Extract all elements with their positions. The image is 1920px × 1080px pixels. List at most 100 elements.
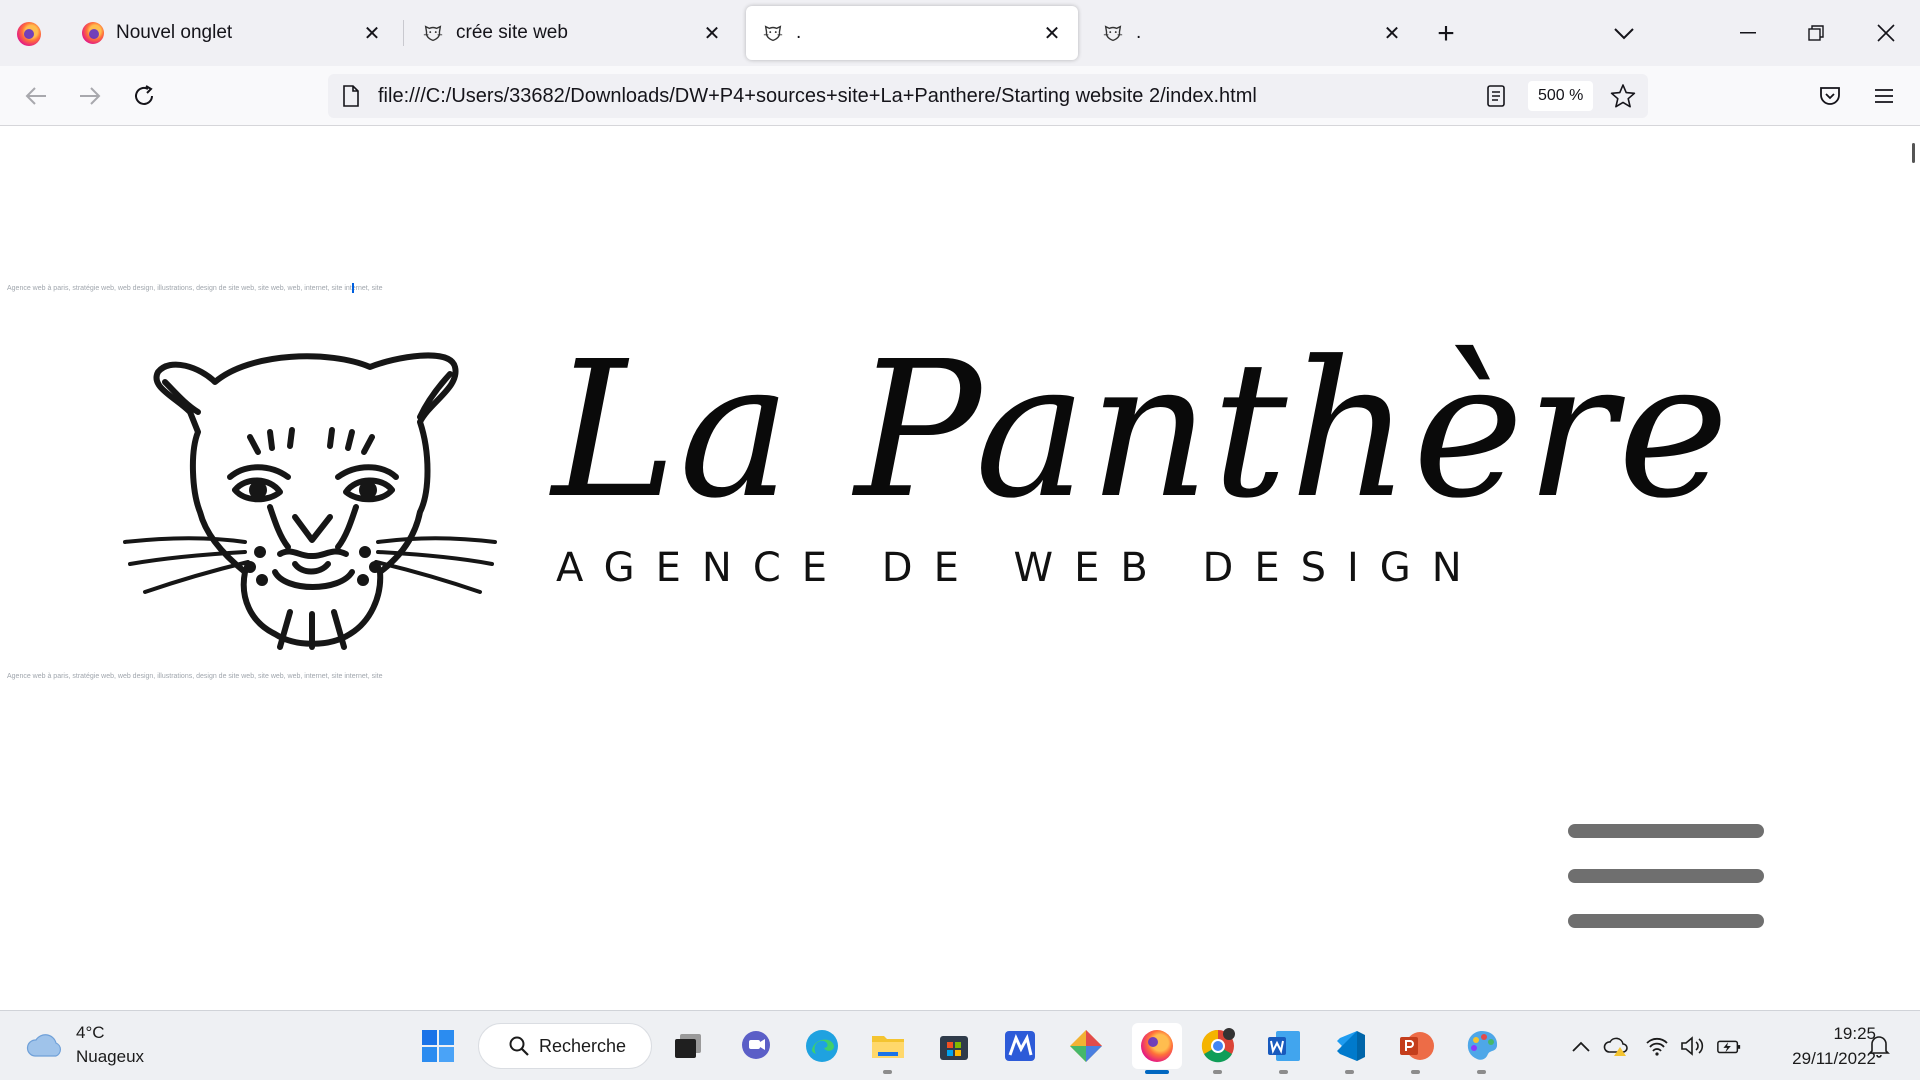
firefox-icon <box>17 22 41 46</box>
panther-favicon-icon <box>423 25 443 42</box>
arrow-left-icon <box>25 87 46 105</box>
hamburger-menu-icon <box>1875 89 1893 103</box>
hamburger-bar <box>1568 824 1764 838</box>
taskbar-search[interactable]: Recherche <box>478 1023 652 1069</box>
reload-icon <box>135 85 153 105</box>
tab-page[interactable]: . ✕ <box>1086 6 1418 60</box>
minimize-button[interactable] <box>1714 0 1782 66</box>
navigation-toolbar: file:///C:/Users/33682/Downloads/DW+P4+s… <box>0 66 1920 126</box>
running-indicator <box>1477 1070 1486 1074</box>
wifi-button[interactable] <box>1644 1033 1670 1059</box>
weather-widget[interactable]: 4°C Nuageux <box>26 1021 144 1069</box>
chrome-icon <box>1201 1028 1235 1063</box>
app-m-icon <box>1005 1031 1035 1061</box>
task-view-icon <box>675 1034 701 1058</box>
hamburger-bar <box>1568 869 1764 883</box>
close-window-button[interactable] <box>1852 0 1920 66</box>
running-indicator <box>1411 1070 1420 1074</box>
tab-cree-site-web[interactable]: crée site web ✕ <box>406 6 738 60</box>
firefox-taskbar-button[interactable] <box>1132 1023 1182 1074</box>
tab-separator <box>403 20 404 46</box>
running-indicator <box>1345 1070 1354 1074</box>
paint-palette-icon <box>1467 1031 1498 1060</box>
chevron-up-icon <box>1572 1041 1590 1052</box>
close-icon[interactable]: ✕ <box>700 21 724 45</box>
search-label: Recherche <box>539 1035 627 1056</box>
battery-button[interactable] <box>1716 1033 1742 1059</box>
clock[interactable]: 19:25 29/11/2022 <box>1766 1021 1876 1071</box>
forward-button[interactable] <box>70 76 110 116</box>
close-icon[interactable]: ✕ <box>360 21 384 45</box>
app-m-button[interactable] <box>1000 1026 1040 1066</box>
powerpoint-button[interactable] <box>1396 1026 1436 1074</box>
speaker-icon <box>1681 1036 1704 1056</box>
bookmark-star-icon[interactable] <box>1610 84 1636 108</box>
firefox-view-button[interactable] <box>12 17 46 51</box>
restore-icon <box>1808 25 1824 41</box>
vscode-icon <box>1337 1031 1365 1061</box>
text-caret <box>352 283 354 293</box>
scrollbar-thumb[interactable] <box>1912 143 1915 163</box>
back-button[interactable] <box>16 76 56 116</box>
restore-button[interactable] <box>1782 0 1850 66</box>
cloud-warning-icon <box>1603 1037 1628 1056</box>
pocket-icon <box>1820 87 1840 105</box>
tab-label: . <box>1136 22 1142 43</box>
tab-label: . <box>796 22 802 43</box>
microsoft-store-button[interactable] <box>934 1026 974 1066</box>
minimize-icon <box>1740 32 1756 34</box>
clock-time: 19:25 <box>1833 1024 1876 1043</box>
running-indicator <box>1213 1070 1222 1074</box>
brand-subtitle: AGENCE DE WEB DESIGN <box>556 545 1483 591</box>
bell-icon <box>1868 1036 1890 1058</box>
file-explorer-button[interactable] <box>868 1026 908 1074</box>
volume-button[interactable] <box>1680 1033 1706 1059</box>
new-tab-button[interactable]: + <box>1426 14 1466 54</box>
site-menu-button[interactable] <box>1568 824 1764 928</box>
meta-keywords-text: Agence web à paris, stratégie web, web d… <box>7 285 383 292</box>
panther-favicon-icon <box>1103 25 1123 42</box>
word-button[interactable] <box>1264 1026 1304 1074</box>
app-diamond-button[interactable] <box>1066 1026 1106 1066</box>
hamburger-bar <box>1568 914 1764 928</box>
edge-button[interactable] <box>802 1026 842 1066</box>
list-tabs-button[interactable] <box>1604 14 1644 54</box>
cloud-icon <box>26 1034 61 1057</box>
start-button[interactable] <box>418 1026 458 1066</box>
vscode-button[interactable] <box>1330 1026 1370 1074</box>
notification-button[interactable] <box>1866 1033 1892 1059</box>
onedrive-button[interactable] <box>1603 1033 1629 1059</box>
chrome-button[interactable] <box>1198 1026 1238 1074</box>
close-icon[interactable]: ✕ <box>1380 21 1404 45</box>
address-bar[interactable]: file:///C:/Users/33682/Downloads/DW+P4+s… <box>328 74 1648 118</box>
weather-temperature: 4°C <box>76 1023 105 1042</box>
app-menu-button[interactable] <box>1864 76 1904 116</box>
close-icon[interactable]: ✕ <box>1040 21 1064 45</box>
panther-logo-icon <box>123 352 497 650</box>
tab-label: crée site web <box>456 22 568 43</box>
tab-nouvel-onglet[interactable]: Nouvel onglet ✕ <box>66 6 398 60</box>
paint-button[interactable] <box>1462 1026 1502 1074</box>
meta-keywords-text: Agence web à paris, stratégie web, web d… <box>7 673 383 680</box>
zoom-reset-button[interactable]: 500 % <box>1528 81 1594 111</box>
word-icon <box>1268 1031 1300 1061</box>
store-icon <box>940 1036 968 1060</box>
battery-charging-icon <box>1717 1040 1741 1054</box>
folder-icon <box>872 1036 904 1058</box>
teams-chat-button[interactable] <box>736 1026 776 1066</box>
pocket-button[interactable] <box>1810 76 1850 116</box>
taskbar: 4°C Nuageux Recherche 19:25 29/11/2022 <box>0 1010 1920 1080</box>
edge-icon <box>806 1030 838 1062</box>
chevron-down-icon <box>1614 28 1634 40</box>
running-indicator <box>883 1070 892 1074</box>
reload-button[interactable] <box>124 76 164 116</box>
task-view-button[interactable] <box>668 1026 708 1066</box>
weather-description: Nuageux <box>76 1047 145 1066</box>
show-hidden-icons-button[interactable] <box>1568 1033 1594 1059</box>
url-text[interactable]: file:///C:/Users/33682/Downloads/DW+P4+s… <box>378 85 1257 108</box>
diamond-app-icon <box>1070 1030 1102 1062</box>
reader-view-icon[interactable] <box>1486 85 1506 107</box>
tab-active-page[interactable]: . ✕ <box>746 6 1078 60</box>
wifi-icon <box>1646 1037 1668 1056</box>
search-icon <box>509 1036 529 1056</box>
